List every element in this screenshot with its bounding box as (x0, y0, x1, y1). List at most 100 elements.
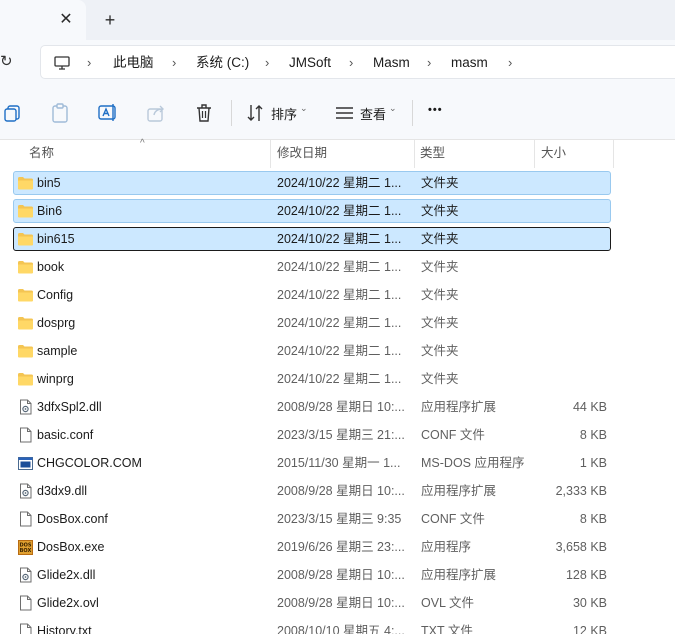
file-size (544, 256, 607, 278)
dosbox-app-icon: DOSBOX (18, 540, 33, 555)
new-tab-icon[interactable]: + (99, 10, 121, 32)
file-row[interactable]: Config 2024/10/22 星期二 1... 文件夹 (13, 283, 611, 307)
file-row[interactable]: d3dx9.dll 2008/9/28 星期日 10:... 应用程序扩展 2,333… (13, 479, 611, 503)
file-date-modified: 2024/10/22 星期二 1... (277, 372, 402, 386)
file-row[interactable]: winprg 2024/10/22 星期二 1... 文件夹 (13, 367, 611, 391)
column-resize-handle[interactable] (613, 140, 614, 168)
breadcrumb-separator[interactable]: › (427, 46, 431, 80)
column-header-type[interactable]: 类型 (420, 140, 445, 168)
breadcrumb-separator[interactable]: › (349, 46, 353, 80)
file-row[interactable]: basic.conf 2023/3/15 星期三 21:... CONF 文件 8 K… (13, 423, 611, 447)
folder-icon (18, 317, 33, 330)
file-type: 文件夹 (421, 260, 459, 274)
file-date-modified: 2023/3/15 星期三 9:35 (277, 512, 402, 526)
file-size (544, 368, 607, 390)
breadcrumb-system-c[interactable]: 系统 (C:) (196, 46, 249, 80)
file-date-modified: 2008/9/28 星期日 10:... (277, 596, 405, 610)
file-name: bin5 (37, 176, 61, 190)
column-resize-handle[interactable] (270, 140, 271, 168)
file-size: 44 KB (572, 400, 607, 414)
sort-icon[interactable] (244, 101, 268, 125)
file-row[interactable]: book 2024/10/22 星期二 1... 文件夹 (13, 255, 611, 279)
file-name: winprg (37, 372, 74, 386)
breadcrumb-jmsoft[interactable]: JMSoft (289, 46, 331, 80)
refresh-icon[interactable]: ↻ (0, 52, 20, 72)
column-resize-handle[interactable] (414, 140, 415, 168)
file-type: 文件夹 (421, 204, 459, 218)
file-type: 文件夹 (421, 344, 459, 358)
file-row[interactable]: CHGCOLOR.COM 2015/11/30 星期一 1... MS-DOS 应用… (13, 451, 611, 475)
folder-icon (18, 261, 33, 274)
file-size (544, 312, 607, 334)
file-name: DosBox.conf (37, 512, 108, 526)
file-size: 12 KB (572, 624, 607, 634)
dll-file-icon (20, 483, 32, 499)
more-options-button[interactable]: ••• (428, 104, 443, 116)
file-row[interactable]: Glide2x.dll 2008/9/28 星期日 10:... 应用程序扩展 128… (13, 563, 611, 587)
file-name: 3dfxSpl2.dll (37, 400, 102, 414)
breadcrumb-separator[interactable]: › (508, 46, 512, 80)
file-row[interactable]: bin5 2024/10/22 星期二 1... 文件夹 (13, 171, 611, 195)
column-header-date[interactable]: 修改日期 (277, 140, 327, 168)
breadcrumb-separator[interactable]: › (172, 46, 176, 80)
file-size: 8 KB (579, 512, 607, 526)
svg-text:BOX: BOX (20, 548, 32, 554)
file-row[interactable]: dosprg 2024/10/22 星期二 1... 文件夹 (13, 311, 611, 335)
column-header-name[interactable]: 名称 (29, 140, 54, 168)
breadcrumb-separator[interactable]: › (87, 46, 91, 80)
msdos-app-icon (18, 457, 33, 470)
file-type: MS-DOS 应用程序 (421, 456, 525, 470)
file-date-modified: 2008/9/28 星期日 10:... (277, 484, 405, 498)
file-icon (20, 595, 32, 611)
explorer-tab[interactable]: ✕ (0, 0, 86, 40)
file-type: OVL 文件 (421, 596, 475, 610)
file-name: dosprg (37, 316, 76, 330)
folder-icon (18, 373, 33, 386)
address-bar[interactable]: › 此电脑 › 系统 (C:) › JMSoft › Masm › masm › (40, 45, 675, 79)
file-name: Config (37, 288, 74, 302)
file-name: sample (37, 344, 78, 358)
file-name: Glide2x.dll (37, 568, 96, 582)
file-row[interactable]: bin615 2024/10/22 星期二 1... 文件夹 (13, 227, 611, 251)
delete-icon[interactable] (192, 101, 216, 125)
breadcrumb-masm-parent[interactable]: Masm (373, 46, 410, 80)
file-row[interactable]: Bin6 2024/10/22 星期二 1... 文件夹 (13, 199, 611, 223)
file-icon (20, 511, 32, 527)
file-type: 文件夹 (421, 176, 459, 190)
file-row[interactable]: 3dfxSpl2.dll 2008/9/28 星期日 10:... 应用程序扩展 44… (13, 395, 611, 419)
file-date-modified: 2019/6/26 星期三 23:... (277, 540, 405, 554)
column-resize-handle[interactable] (534, 140, 535, 168)
view-icon[interactable] (333, 101, 357, 125)
breadcrumb-this-pc[interactable]: 此电脑 (113, 46, 154, 80)
rename-icon[interactable] (96, 101, 120, 125)
sort-button[interactable]: 排序 (271, 104, 297, 123)
file-row[interactable]: sample 2024/10/22 星期二 1... 文件夹 (13, 339, 611, 363)
file-name: History.txt (37, 624, 92, 634)
file-row[interactable]: Glide2x.ovl 2008/9/28 星期日 10:... OVL 文件 30 … (13, 591, 611, 615)
copy-icon[interactable] (2, 101, 26, 125)
dll-file-icon (20, 399, 32, 415)
toolbar-divider (231, 100, 232, 126)
file-size: 3,658 KB (555, 540, 607, 554)
file-row[interactable]: History.txt 2008/10/10 星期五 4:... TXT 文件 12 … (13, 619, 611, 634)
breadcrumb-masm-current[interactable]: masm (451, 46, 488, 80)
file-row[interactable]: DosBox.conf 2023/3/15 星期三 9:35 CONF 文件 8 KB (13, 507, 611, 531)
dll-file-icon (20, 567, 32, 583)
computer-icon[interactable] (54, 55, 70, 71)
file-size: 30 KB (572, 596, 607, 610)
close-tab-icon[interactable]: ✕ (56, 10, 76, 30)
sort-chevron-down-icon[interactable]: ⌄ (300, 103, 308, 114)
command-bar: 排序 ⌄ 查看 ⌄ ••• (0, 86, 675, 140)
paste-icon[interactable] (48, 101, 72, 125)
file-name: bin615 (37, 232, 75, 246)
view-button[interactable]: 查看 (360, 104, 386, 123)
view-chevron-down-icon[interactable]: ⌄ (389, 103, 397, 114)
file-date-modified: 2024/10/22 星期二 1... (277, 316, 402, 330)
file-row[interactable]: DOS BOX DosBox.exe 2019/6/26 星期三 23:... 应用程序… (13, 535, 611, 559)
file-size (544, 200, 607, 222)
folder-icon (18, 289, 33, 302)
share-icon[interactable] (144, 101, 168, 125)
breadcrumb-separator[interactable]: › (265, 46, 269, 80)
column-header-size[interactable]: 大小 (541, 140, 566, 168)
file-name: Bin6 (37, 204, 63, 218)
